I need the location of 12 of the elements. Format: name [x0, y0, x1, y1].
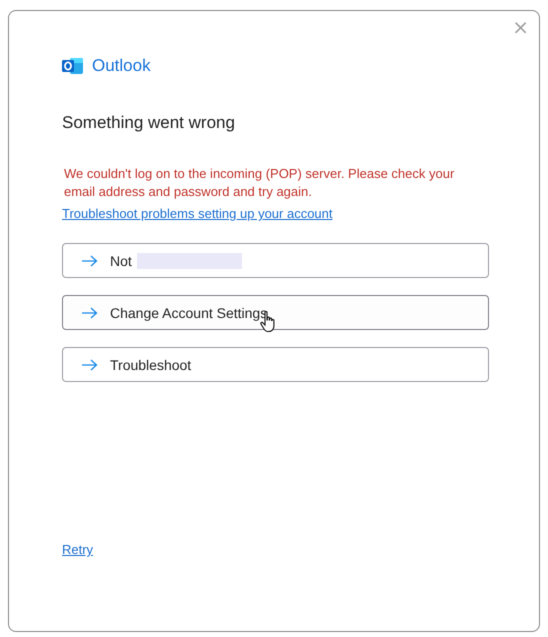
- action-button[interactable]: Not: [62, 243, 489, 278]
- troubleshoot-link[interactable]: Troubleshoot problems setting up your account: [62, 206, 333, 221]
- action-button[interactable]: Change Account Settings: [62, 295, 489, 330]
- error-message: We couldn't log on to the incoming (POP) server. Please check your email address and password and try again.: [63, 165, 456, 201]
- dialog-heading: Something went wrong: [62, 113, 236, 133]
- outlook-logo-icon: [62, 56, 84, 76]
- app-name: Outlook: [92, 56, 151, 76]
- arrow-icon: [81, 254, 98, 266]
- arrow-icon: [81, 306, 98, 318]
- arrow-icon: [81, 358, 98, 370]
- retry-link[interactable]: Retry: [62, 542, 94, 557]
- action-button[interactable]: Troubleshoot: [62, 347, 489, 382]
